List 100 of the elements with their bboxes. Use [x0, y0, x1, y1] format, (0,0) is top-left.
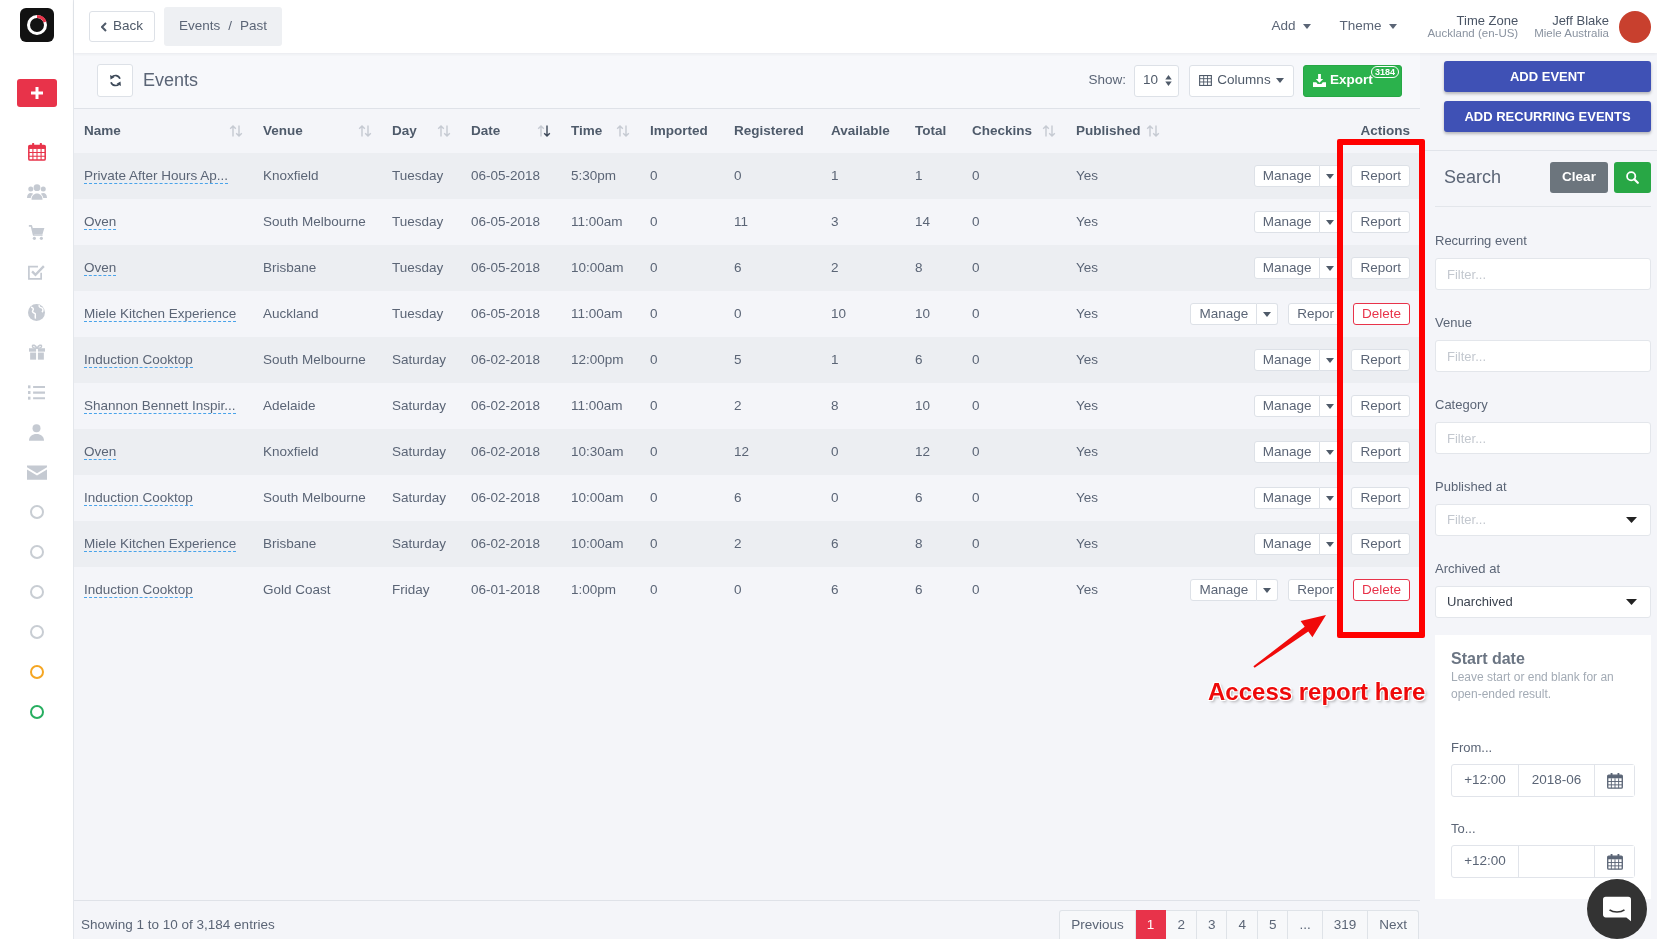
table-cell: 0: [962, 567, 1066, 613]
page-link[interactable]: Previous: [1059, 910, 1136, 939]
checkbox-icon[interactable]: [28, 264, 45, 280]
event-name-link[interactable]: Oven: [84, 213, 117, 230]
table-cell: 6: [905, 337, 962, 383]
download-icon: [1313, 74, 1326, 87]
page-link[interactable]: 5: [1257, 910, 1289, 939]
report-button[interactable]: Report: [1351, 441, 1410, 463]
page-link[interactable]: Next: [1368, 910, 1419, 939]
event-name-link[interactable]: Oven: [84, 443, 117, 460]
page-size-select[interactable]: 10: [1134, 64, 1179, 97]
sort-icon[interactable]: [537, 125, 551, 137]
manage-button[interactable]: Manage: [1253, 441, 1321, 463]
add-event-button[interactable]: ADD EVENT: [1444, 61, 1651, 92]
status-ring-icon[interactable]: [29, 705, 44, 719]
event-name-link[interactable]: Miele Kitchen Experience: [84, 305, 237, 322]
back-button[interactable]: Back: [89, 11, 155, 42]
table-cell: Tuesday: [382, 153, 461, 199]
report-button[interactable]: Report: [1351, 211, 1410, 233]
table-cell: 0: [640, 475, 724, 521]
event-name-link[interactable]: Induction Cooktop: [84, 351, 193, 368]
chat-launcher-button[interactable]: [1587, 879, 1647, 939]
table-cell: 6: [905, 567, 962, 613]
table-cell: 06-05-2018: [461, 153, 561, 199]
filter-input[interactable]: Filter...: [1435, 422, 1651, 454]
status-ring-icon[interactable]: [29, 625, 44, 639]
report-button[interactable]: Report: [1351, 487, 1410, 509]
manage-button[interactable]: Manage: [1253, 533, 1321, 555]
event-name-link[interactable]: Induction Cooktop: [84, 489, 193, 506]
manage-menu-toggle[interactable]: [1257, 303, 1279, 325]
date-time-field[interactable]: +12:00 2018-06: [1451, 764, 1635, 797]
column-header[interactable]: Name: [84, 120, 121, 142]
filter-input[interactable]: Filter...: [1435, 340, 1651, 372]
select-value-input[interactable]: Filter...: [1447, 510, 1626, 530]
column-header[interactable]: Date: [471, 120, 501, 142]
status-ring-icon[interactable]: [29, 545, 44, 559]
manage-menu-toggle[interactable]: [1257, 579, 1279, 601]
manage-button[interactable]: Manage: [1253, 487, 1321, 509]
event-name-link[interactable]: Oven: [84, 259, 117, 276]
page-link[interactable]: 3: [1196, 910, 1228, 939]
report-button[interactable]: Report: [1351, 349, 1410, 371]
add-event-button[interactable]: ADD RECURRING EVENTS: [1444, 101, 1651, 132]
calendar-icon[interactable]: [27, 143, 46, 161]
report-button[interactable]: Report: [1351, 395, 1410, 417]
plus-icon: [30, 87, 43, 99]
page-link[interactable]: 319: [1322, 910, 1369, 939]
breadcrumb-link[interactable]: Events: [179, 16, 221, 37]
dropdown-menu-button[interactable]: Add: [1265, 16, 1318, 37]
caret-icon: [1326, 541, 1335, 547]
column-header[interactable]: Time: [571, 120, 603, 142]
page-link[interactable]: ...: [1288, 910, 1323, 939]
status-ring-icon[interactable]: [29, 505, 44, 519]
page-link[interactable]: 4: [1227, 910, 1258, 939]
manage-button[interactable]: Manage: [1253, 395, 1321, 417]
event-name-link[interactable]: Miele Kitchen Experience: [84, 535, 237, 552]
avatar[interactable]: [1619, 10, 1651, 43]
list-icon[interactable]: [28, 384, 45, 400]
select-value-input[interactable]: Unarchived: [1447, 592, 1626, 612]
manage-button[interactable]: Manage: [1253, 257, 1321, 279]
report-button[interactable]: Report: [1351, 533, 1410, 555]
column-header[interactable]: Checkins: [972, 120, 1033, 142]
filter-select[interactable]: Filter...: [1435, 504, 1651, 536]
manage-button[interactable]: Manage: [1253, 349, 1321, 371]
manage-button[interactable]: Manage: [1190, 579, 1258, 601]
filter-select[interactable]: Unarchived: [1435, 586, 1651, 618]
gift-icon[interactable]: [28, 344, 45, 360]
table-cell: 0: [640, 245, 724, 291]
refresh-button[interactable]: [97, 64, 133, 97]
manage-button[interactable]: Manage: [1190, 303, 1258, 325]
manage-button[interactable]: Manage: [1253, 165, 1321, 187]
column-header[interactable]: Day: [392, 120, 417, 142]
date-time-field[interactable]: +12:00: [1451, 845, 1635, 878]
clear-button[interactable]: Clear: [1550, 162, 1608, 193]
report-button[interactable]: Report: [1351, 165, 1410, 187]
dropdown-menu-button[interactable]: Theme: [1333, 16, 1404, 37]
column-header[interactable]: Venue: [263, 120, 303, 142]
delete-button[interactable]: Delete: [1352, 303, 1410, 325]
delete-button[interactable]: Delete: [1352, 579, 1410, 601]
table-cell: 12:00pm: [561, 337, 640, 383]
user-icon[interactable]: [29, 423, 44, 441]
users-icon[interactable]: [26, 184, 47, 200]
report-button[interactable]: Report: [1351, 257, 1410, 279]
filter-input[interactable]: Filter...: [1435, 258, 1651, 290]
globe-icon[interactable]: [28, 303, 45, 321]
manage-button[interactable]: Manage: [1253, 211, 1321, 233]
page-link[interactable]: 1: [1135, 910, 1167, 939]
columns-button[interactable]: Columns: [1189, 64, 1294, 97]
envelope-icon[interactable]: [26, 464, 47, 480]
page-link[interactable]: 2: [1166, 910, 1197, 939]
event-name-link[interactable]: Private After Hours Ap...: [84, 167, 229, 184]
column-header[interactable]: Published: [1076, 120, 1141, 142]
add-button[interactable]: [16, 79, 57, 107]
status-ring-icon[interactable]: [29, 585, 44, 599]
cart-icon[interactable]: [28, 224, 45, 240]
caret-icon: [1326, 357, 1335, 363]
event-name-link[interactable]: Induction Cooktop: [84, 581, 193, 598]
search-button[interactable]: [1614, 162, 1651, 193]
column-header: Registered: [734, 121, 804, 140]
event-name-link[interactable]: Shannon Bennett Inspir...: [84, 397, 236, 414]
status-ring-icon[interactable]: [29, 665, 44, 679]
